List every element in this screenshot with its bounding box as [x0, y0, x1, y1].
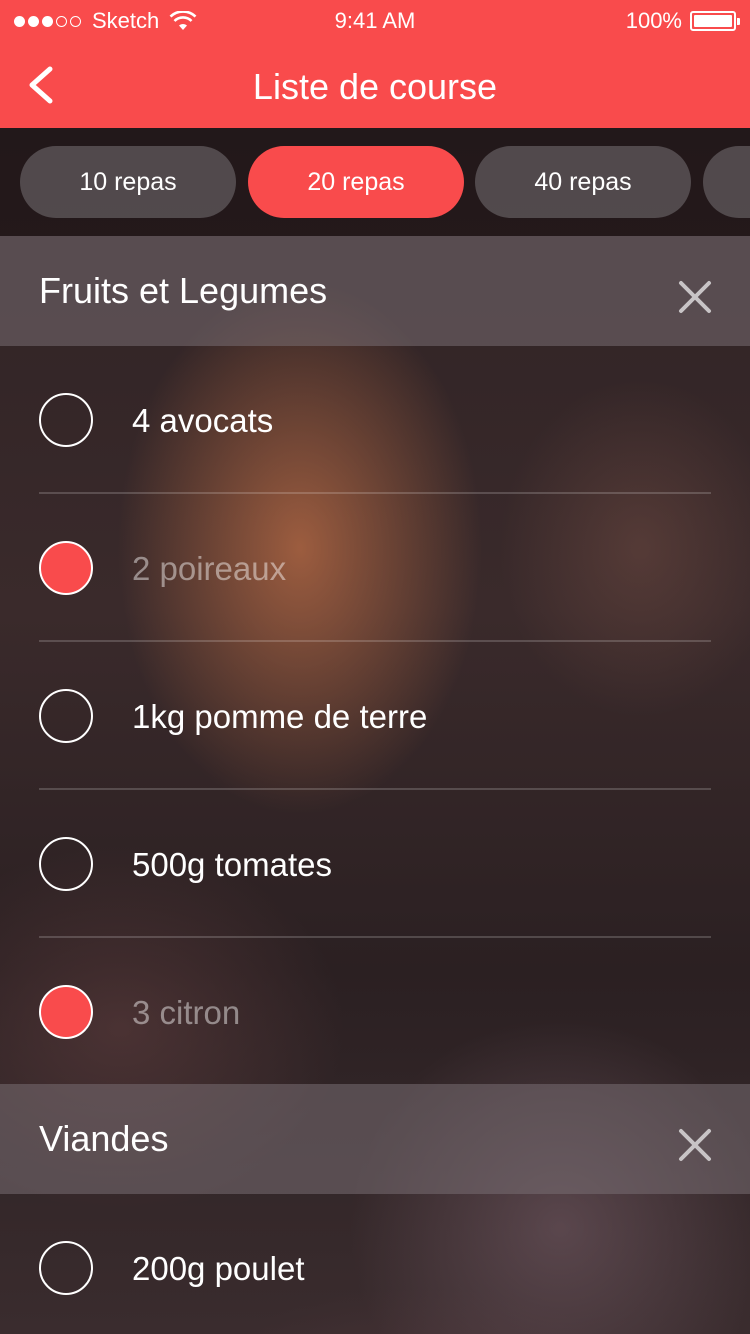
- close-icon[interactable]: [676, 1126, 714, 1164]
- item-checkbox[interactable]: [39, 985, 93, 1039]
- item-label: 3 citron: [132, 994, 241, 1031]
- item-label: 500g tomates: [132, 846, 332, 883]
- tab-40-repas[interactable]: 40 repas: [475, 146, 691, 218]
- list-item[interactable]: 3 citron: [0, 938, 750, 1086]
- item-label: 200g poulet: [132, 1250, 305, 1287]
- section-header-viandes: Viandes: [0, 1084, 750, 1194]
- item-checkbox[interactable]: [39, 541, 93, 595]
- status-bar: Sketch 9:41 AM 100%: [0, 0, 750, 40]
- tab-more[interactable]: [703, 146, 750, 218]
- item-checkbox[interactable]: [39, 393, 93, 447]
- tab-10-repas[interactable]: 10 repas: [20, 146, 236, 218]
- item-label: 4 avocats: [132, 402, 274, 439]
- item-checkbox[interactable]: [39, 689, 93, 743]
- battery-icon: [690, 11, 740, 31]
- item-label: 1kg pomme de terre: [132, 698, 428, 735]
- section-title: Viandes: [39, 1118, 169, 1159]
- battery-label: 100%: [625, 8, 682, 33]
- list-item[interactable]: 4 avocats: [0, 346, 750, 494]
- list-item[interactable]: 500g tomates: [0, 790, 750, 938]
- tab-20-repas[interactable]: 20 repas: [248, 146, 464, 218]
- list-item[interactable]: 2 poireaux: [0, 494, 750, 642]
- item-label: 2 poireaux: [132, 550, 287, 587]
- list-item[interactable]: 1kg pomme de terre: [0, 642, 750, 790]
- meal-count-tabs: 10 repas 20 repas 40 repas: [0, 128, 750, 236]
- item-checkbox[interactable]: [39, 837, 93, 891]
- close-icon[interactable]: [676, 278, 714, 316]
- section-title: Fruits et Legumes: [39, 270, 328, 311]
- app-header: Sketch 9:41 AM 100% Liste de course: [0, 0, 750, 128]
- section-header-fruits-legumes: Fruits et Legumes: [0, 236, 750, 346]
- status-right: 100%: [625, 8, 740, 34]
- page-title: Liste de course: [252, 66, 498, 107]
- item-checkbox[interactable]: [39, 1241, 93, 1295]
- list-item[interactable]: 200g poulet: [0, 1194, 750, 1334]
